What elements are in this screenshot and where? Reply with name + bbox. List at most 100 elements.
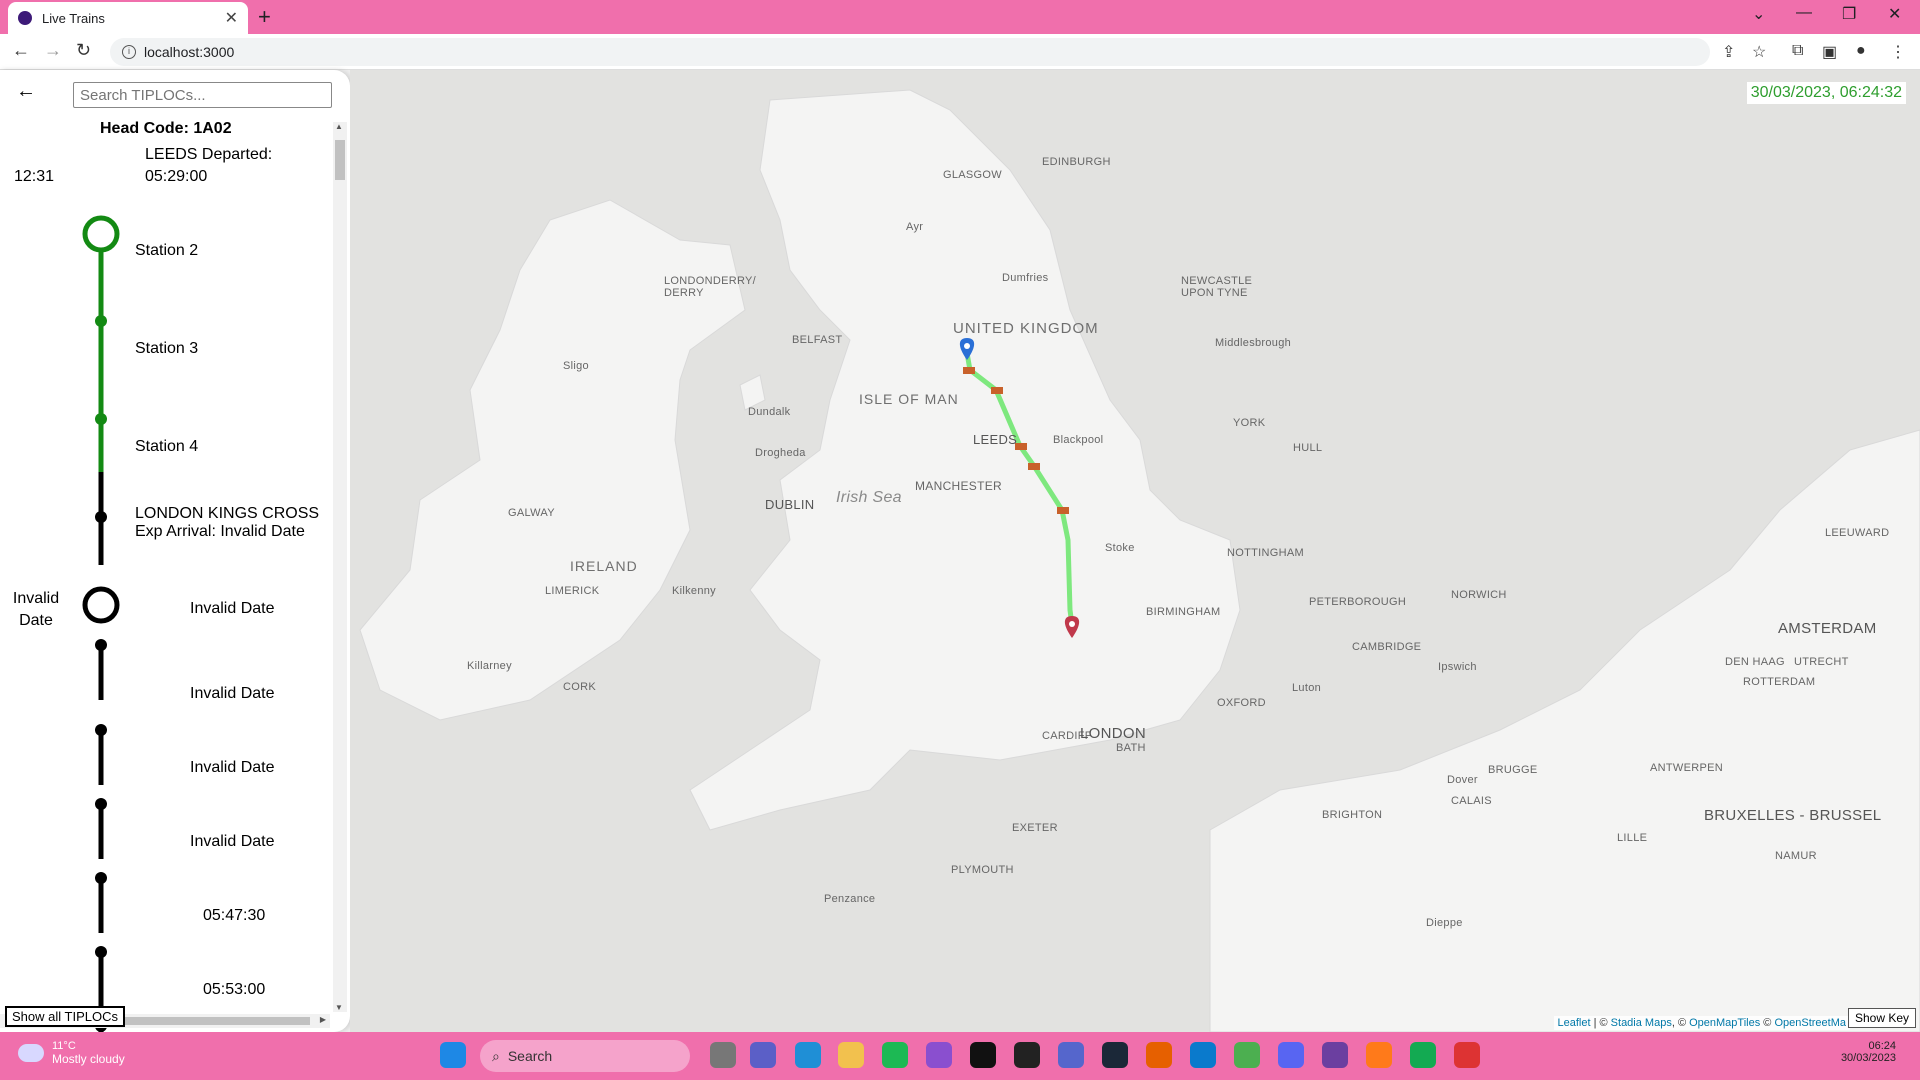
station-marker-icon[interactable]: [1057, 507, 1069, 514]
tab-title: Live Trains: [42, 10, 105, 26]
map-attribution: Leaflet | © Stadia Maps, © OpenMapTiles …: [1553, 1016, 1850, 1030]
station-marker-icon[interactable]: [991, 387, 1003, 394]
map-label: Dover: [1447, 774, 1478, 786]
mongodb-icon[interactable]: [1410, 1042, 1436, 1068]
bookmark-star-icon[interactable]: ☆: [1752, 42, 1766, 62]
weather-desc: Mostly cloudy: [52, 1052, 125, 1066]
tiploc-time: Invalid Date: [190, 759, 275, 776]
pycharm-icon[interactable]: [1014, 1042, 1040, 1068]
map-label: ISLE OF MAN: [859, 391, 959, 407]
steam-icon[interactable]: [1102, 1042, 1128, 1068]
leaflet-link[interactable]: Leaflet: [1558, 1017, 1591, 1029]
start-menu-icon[interactable]: [440, 1042, 466, 1068]
map-label: Middlesbrough: [1215, 337, 1292, 349]
system-clock[interactable]: 06:24 30/03/2023: [1841, 1040, 1896, 1064]
clock-date: 30/03/2023: [1840, 1052, 1896, 1064]
favicon-icon: [18, 11, 32, 25]
map-label: LEEUWARD: [1825, 527, 1890, 539]
reload-icon[interactable]: ↻: [76, 40, 91, 61]
scroll-thumb[interactable]: [335, 140, 345, 180]
origin-pin-dot: [964, 343, 970, 349]
back-nav-icon[interactable]: ←: [12, 40, 30, 61]
restore-icon[interactable]: ❐: [1842, 4, 1856, 24]
close-tab-icon[interactable]: ✕: [225, 8, 238, 28]
tab-search-chevron-icon[interactable]: ⌄: [1752, 4, 1765, 24]
edge-icon[interactable]: [795, 1042, 821, 1068]
teams-icon[interactable]: [750, 1042, 776, 1068]
scroll-down-icon[interactable]: ▼: [335, 1003, 343, 1012]
app-icon[interactable]: [1366, 1042, 1392, 1068]
close-window-icon[interactable]: ✕: [1888, 4, 1901, 24]
new-tab-button[interactable]: +: [258, 4, 271, 30]
profile-icon[interactable]: ●: [1856, 42, 1866, 60]
menu-kebab-icon[interactable]: ⋮: [1890, 42, 1906, 62]
stop-detail: Exp Arrival: Invalid Date: [135, 523, 305, 540]
station-marker-icon[interactable]: [963, 367, 975, 374]
tiploc-search-input[interactable]: [73, 82, 332, 108]
browser-tab-bar: Live Trains ✕ + ⌄ — ❐ ✕: [0, 0, 1920, 34]
station-marker-icon[interactable]: [1028, 463, 1040, 470]
map-label: OXFORD: [1217, 697, 1266, 709]
side-panel-icon[interactable]: ▣: [1822, 42, 1837, 62]
discord-icon[interactable]: [1278, 1042, 1304, 1068]
show-all-tiplocs-button[interactable]: Show all TIPLOCs: [5, 1006, 125, 1027]
weather-widget[interactable]: 11°C Mostly cloudy: [18, 1040, 125, 1066]
firefox-icon[interactable]: [1146, 1042, 1172, 1068]
destination-pin-dot: [1069, 621, 1075, 627]
map-label: CAMBRIDGE: [1352, 641, 1422, 653]
map-label: YORK: [1233, 417, 1266, 429]
spotify-icon[interactable]: [882, 1042, 908, 1068]
show-key-button[interactable]: Show Key: [1847, 1008, 1916, 1028]
stop-name: LEEDS Departed:: [145, 146, 273, 163]
tiploc-time: Invalid Date: [190, 685, 275, 702]
stadia-link[interactable]: Stadia Maps: [1611, 1017, 1672, 1029]
openmaptiles-link[interactable]: OpenMapTiles: [1689, 1017, 1760, 1029]
back-arrow-icon[interactable]: ←: [16, 80, 36, 103]
url-field[interactable]: i localhost:3000: [110, 38, 1710, 66]
map-label: Dieppe: [1426, 917, 1463, 929]
app-icon[interactable]: [1322, 1042, 1348, 1068]
map-label: BRUGGE: [1488, 764, 1538, 776]
map-label: GLASGOW: [943, 169, 1002, 181]
map-label: Kilkenny: [672, 585, 716, 597]
scroll-right-icon[interactable]: ▶: [320, 1015, 326, 1024]
map-label: EDINBURGH: [1042, 156, 1111, 168]
map-label: DUBLIN: [765, 497, 815, 512]
search-icon: ⌕: [492, 1047, 500, 1064]
map-label: Stoke: [1105, 542, 1135, 554]
taskbar-search[interactable]: ⌕ Search: [480, 1040, 690, 1072]
map-label: Irish Sea: [836, 489, 902, 506]
chrome-icon[interactable]: [1234, 1042, 1260, 1068]
sidebar-vertical-scrollbar[interactable]: ▲ ▼: [333, 122, 347, 1012]
minimize-icon[interactable]: —: [1796, 4, 1812, 22]
visual-studio-icon[interactable]: [926, 1042, 952, 1068]
scroll-up-icon[interactable]: ▲: [335, 122, 343, 131]
vscode-icon[interactable]: [1190, 1042, 1216, 1068]
stop-dot: [95, 315, 107, 327]
file-explorer-icon[interactable]: [838, 1042, 864, 1068]
tiploc-time: 05:47:30: [203, 907, 266, 924]
app-icon[interactable]: [1454, 1042, 1480, 1068]
site-info-icon[interactable]: i: [122, 45, 136, 59]
browser-tab[interactable]: Live Trains ✕: [8, 2, 248, 34]
map-label: LONDONDERRY/ DERRY: [664, 275, 757, 299]
map-label: NEWCASTLE UPON TYNE: [1181, 275, 1253, 299]
live-clock: 30/03/2023, 06:24:32: [1746, 82, 1906, 104]
map-label: LONDON: [1080, 725, 1146, 742]
map-label: Luton: [1292, 682, 1322, 694]
map-label: HULL: [1293, 442, 1323, 454]
stop-detail: 05:29:00: [145, 168, 208, 185]
task-view-icon[interactable]: [710, 1042, 736, 1068]
map-label: UNITED KINGDOM: [953, 320, 1099, 337]
map-label: BRIGHTON: [1322, 809, 1383, 821]
share-icon[interactable]: ⇪: [1722, 42, 1735, 62]
osm-link[interactable]: OpenStreetMa: [1774, 1017, 1846, 1029]
map-label: AMSTERDAM: [1778, 620, 1877, 637]
app-icon[interactable]: [1058, 1042, 1084, 1068]
jetbrains-icon[interactable]: [970, 1042, 996, 1068]
extensions-icon[interactable]: ⧉: [1792, 42, 1803, 60]
map-view[interactable]: EDINBURGH GLASGOW Ayr Dumfries NEWCASTLE…: [350, 70, 1920, 1032]
forward-nav-icon[interactable]: →: [44, 40, 62, 61]
map-label: Ayr: [906, 221, 924, 233]
map-label: BIRMINGHAM: [1146, 606, 1221, 618]
